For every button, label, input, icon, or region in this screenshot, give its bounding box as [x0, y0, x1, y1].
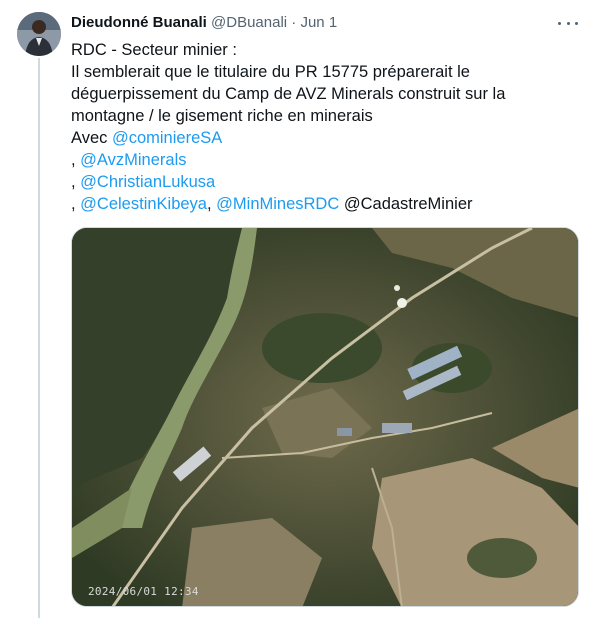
- mention-cominiere[interactable]: @cominiereSA: [112, 129, 222, 147]
- with-prefix: Avec: [71, 129, 112, 147]
- more-options-icon[interactable]: [558, 14, 578, 32]
- text-line-4: montagne / le gisement riche en minerais: [71, 107, 373, 125]
- media-timestamp: 2024/06/01 12:34: [88, 585, 199, 598]
- mention-avz[interactable]: @AvzMinerals: [80, 151, 186, 169]
- text-line-6: , @AvzMinerals: [71, 149, 571, 171]
- more-dot: [575, 21, 578, 25]
- comma: ,: [71, 173, 81, 191]
- comma: ,: [71, 151, 81, 169]
- mention-lukusa[interactable]: @ChristianLukusa: [80, 173, 215, 191]
- more-dot: [558, 21, 561, 25]
- text-line-8: , @CelestinKibeya, @MinMinesRDC @Cadastr…: [71, 193, 571, 215]
- mention-minmines[interactable]: @MinMinesRDC: [216, 195, 339, 213]
- tweet-text: RDC - Secteur minier : Il semblerait que…: [71, 39, 571, 215]
- tweet-image[interactable]: 2024/06/01 12:34: [71, 227, 579, 607]
- avatar[interactable]: [17, 12, 61, 56]
- mention-kibeya[interactable]: @CelestinKibeya: [80, 195, 207, 213]
- mention-cadastre: @CadastreMinier: [343, 195, 473, 213]
- thread-line: [38, 58, 40, 618]
- aerial-photo: [72, 228, 578, 606]
- text-line-2: Il semblerait que le titulaire du PR 157…: [71, 63, 470, 81]
- text-line-1: RDC - Secteur minier :: [71, 41, 237, 59]
- text-line-3: déguerpissement du Camp de AVZ Minerals …: [71, 85, 506, 103]
- text-line-7: , @ChristianLukusa: [71, 171, 571, 193]
- comma: ,: [206, 195, 217, 213]
- tweet-header: Dieudonné Buanali @DBuanali · Jun 1: [71, 13, 578, 35]
- separator-dot: ·: [291, 14, 297, 31]
- text-line-5: Avec @cominiereSA: [71, 127, 571, 149]
- author-name[interactable]: Dieudonné Buanali: [71, 14, 207, 31]
- tweet-date[interactable]: Jun 1: [300, 14, 337, 31]
- more-dot: [566, 21, 570, 25]
- comma: ,: [71, 195, 81, 213]
- author-handle[interactable]: @DBuanali: [211, 14, 287, 31]
